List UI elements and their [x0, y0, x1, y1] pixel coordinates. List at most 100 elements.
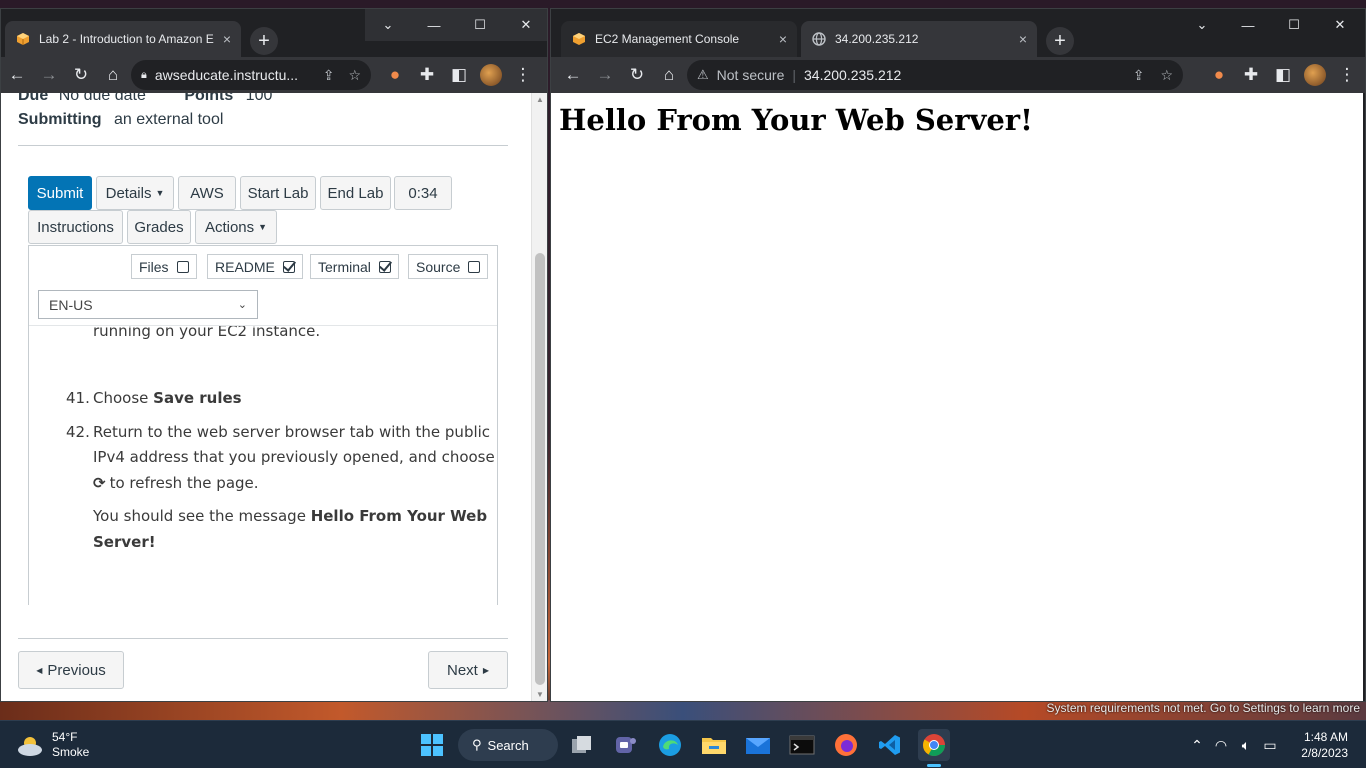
- reload-icon[interactable]: ↻: [621, 59, 653, 91]
- forward-icon[interactable]: →: [33, 59, 65, 91]
- caret-down-icon: ▼: [258, 222, 268, 232]
- extension-icon[interactable]: ●: [1203, 59, 1235, 91]
- due-label: Due: [18, 93, 49, 104]
- forward-icon[interactable]: →: [589, 59, 621, 91]
- taskbar-clock[interactable]: 1:48 AM 2/8/2023: [1301, 729, 1348, 761]
- chevron-up-icon[interactable]: ⌃: [1186, 737, 1208, 754]
- tab-search-icon[interactable]: ⌄: [1179, 9, 1225, 41]
- caret-right-icon: ▶: [482, 665, 489, 675]
- task-view-icon[interactable]: [566, 729, 598, 761]
- language-select[interactable]: EN-US ⌄: [38, 290, 258, 319]
- chrome-icon[interactable]: [918, 729, 950, 767]
- mail-icon[interactable]: [742, 729, 774, 761]
- actions-button[interactable]: Actions ▼: [195, 210, 277, 244]
- profile-avatar[interactable]: [475, 59, 507, 91]
- not-secure-label[interactable]: Not secure: [717, 67, 785, 83]
- home-icon[interactable]: ⌂: [97, 59, 129, 91]
- new-tab-button[interactable]: +: [1046, 27, 1074, 55]
- tab-lab2[interactable]: Lab 2 - Introduction to Amazon E ×: [5, 21, 241, 57]
- vscode-icon[interactable]: [874, 729, 906, 761]
- weather-widget[interactable]: 54°F Smoke: [16, 730, 89, 760]
- puzzle-extensions-icon[interactable]: ✚: [411, 59, 443, 91]
- close-tab-icon[interactable]: ×: [223, 31, 231, 47]
- step-number: 42.: [66, 423, 90, 441]
- scroll-down-icon[interactable]: ▼: [536, 690, 544, 699]
- scroll-up-icon[interactable]: ▲: [536, 95, 544, 104]
- step-42-line-2: IPv4 address that you previously opened,…: [93, 448, 495, 466]
- wifi-icon[interactable]: ◠: [1208, 737, 1234, 754]
- tab-search-icon[interactable]: ⌄: [365, 9, 411, 41]
- submit-button[interactable]: Submit: [28, 176, 92, 210]
- side-panel-icon[interactable]: ◧: [1267, 59, 1299, 91]
- close-window-button[interactable]: ✕: [1317, 9, 1363, 41]
- volume-icon[interactable]: 🔈︎: [1234, 737, 1258, 754]
- step-41-bold: Save rules: [153, 389, 242, 407]
- firefox-icon[interactable]: [830, 729, 862, 761]
- files-label: Files: [139, 258, 169, 275]
- profile-avatar[interactable]: [1299, 59, 1331, 91]
- terminal-icon[interactable]: [786, 729, 818, 761]
- left-viewport: Due No due date Points 100 Submitting an…: [1, 93, 547, 701]
- message-line-2: Server!: [93, 533, 156, 551]
- end-lab-button[interactable]: End Lab: [320, 176, 391, 210]
- back-icon[interactable]: ←: [557, 59, 589, 91]
- divider: [18, 638, 508, 639]
- home-icon[interactable]: ⌂: [653, 59, 685, 91]
- taskbar-search[interactable]: ⚲ Search: [458, 729, 558, 761]
- edge-icon[interactable]: [654, 729, 686, 761]
- close-window-button[interactable]: ✕: [503, 9, 547, 41]
- caret-left-icon: ◀: [36, 665, 43, 675]
- details-button[interactable]: Details ▼: [96, 176, 174, 210]
- maximize-button[interactable]: ☐: [1271, 9, 1317, 41]
- battery-icon[interactable]: ▭: [1258, 737, 1282, 754]
- step-41: Choose Save rules: [93, 389, 242, 407]
- window-controls: ⌄ — ☐ ✕: [365, 9, 547, 41]
- file-explorer-icon[interactable]: [698, 729, 730, 761]
- aws-button[interactable]: AWS: [178, 176, 236, 210]
- extension-icon[interactable]: ●: [379, 59, 411, 91]
- previous-button[interactable]: ◀ Previous: [18, 651, 124, 689]
- teams-icon[interactable]: [610, 729, 642, 761]
- scroll-thumb[interactable]: [535, 253, 545, 685]
- tab-web-server[interactable]: 34.200.235.212 ×: [801, 21, 1037, 57]
- checkbox-unchecked-icon: [176, 260, 189, 273]
- previous-label: Previous: [47, 661, 106, 679]
- terminal-toggle[interactable]: Terminal: [310, 254, 399, 279]
- readme-label: README: [215, 258, 275, 275]
- new-tab-button[interactable]: +: [250, 27, 278, 55]
- windows-start-icon[interactable]: [416, 729, 448, 761]
- share-icon[interactable]: ⇪: [1133, 67, 1145, 84]
- separator: |: [792, 67, 796, 83]
- files-toggle[interactable]: Files: [131, 254, 197, 279]
- page-scrollbar[interactable]: ▲ ▼: [531, 93, 547, 701]
- left-browser-window: Lab 2 - Introduction to Amazon E × + ⌄ —…: [0, 8, 548, 702]
- tab-ec2-console[interactable]: EC2 Management Console ×: [561, 21, 797, 57]
- maximize-button[interactable]: ☐: [457, 9, 503, 41]
- globe-icon: [811, 31, 827, 47]
- puzzle-extensions-icon[interactable]: ✚: [1235, 59, 1267, 91]
- message-bold: Server!: [93, 533, 156, 551]
- bookmark-star-icon[interactable]: ☆: [348, 67, 361, 84]
- next-button[interactable]: Next ▶: [428, 651, 508, 689]
- address-bar[interactable]: 🔒︎ awseducate.instructu... ⇪ ☆: [131, 60, 371, 90]
- instructions-button[interactable]: Instructions: [28, 210, 123, 244]
- menu-kebab-icon[interactable]: ⋮: [507, 59, 539, 91]
- share-icon[interactable]: ⇪: [323, 67, 335, 84]
- back-icon[interactable]: ←: [1, 59, 33, 91]
- bookmark-star-icon[interactable]: ☆: [1160, 67, 1173, 84]
- grades-button[interactable]: Grades: [127, 210, 191, 244]
- reload-icon[interactable]: ↻: [65, 59, 97, 91]
- address-bar[interactable]: ⚠ Not secure | 34.200.235.212 ⇪ ☆: [687, 60, 1183, 90]
- readme-toggle[interactable]: README: [207, 254, 303, 279]
- menu-kebab-icon[interactable]: ⋮: [1331, 59, 1363, 91]
- side-panel-icon[interactable]: ◧: [443, 59, 475, 91]
- start-lab-button[interactable]: Start Lab: [240, 176, 316, 210]
- close-tab-icon[interactable]: ×: [1019, 31, 1027, 47]
- refresh-icon: ⟳: [93, 474, 106, 492]
- source-toggle[interactable]: Source: [408, 254, 489, 279]
- aws-box-icon: [571, 31, 587, 47]
- minimize-button[interactable]: —: [1225, 9, 1271, 41]
- close-tab-icon[interactable]: ×: [779, 31, 787, 47]
- minimize-button[interactable]: —: [411, 9, 457, 41]
- search-label: Search: [487, 737, 529, 753]
